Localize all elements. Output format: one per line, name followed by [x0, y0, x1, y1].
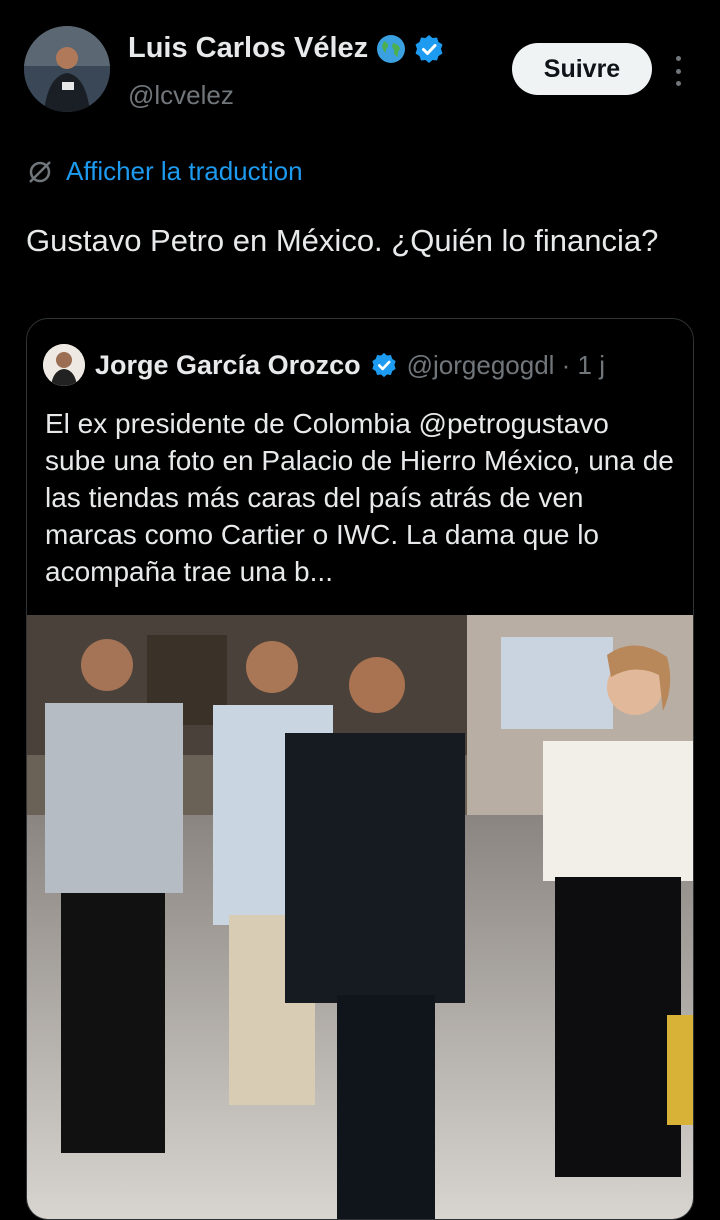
translate-label[interactable]: Afficher la traduction [66, 156, 303, 187]
quoted-photo[interactable] [27, 615, 693, 1219]
tweet-text: Gustavo Petro en México. ¿Quién lo finan… [26, 223, 659, 258]
follow-button[interactable]: Suivre [512, 43, 652, 95]
more-options-icon[interactable] [668, 56, 688, 86]
translate-link[interactable]: Afficher la traduction [26, 156, 303, 187]
author-avatar[interactable] [24, 26, 110, 112]
author-handle[interactable]: @lcvelez [128, 80, 234, 111]
quoted-tweet[interactable]: Jorge García Orozco @jorgegogdl · 1 j El… [26, 318, 694, 1220]
author-name[interactable]: Luis Carlos Vélez [128, 32, 368, 65]
quoted-header: Jorge García Orozco @jorgegogdl · 1 j [43, 343, 605, 387]
globe-icon [377, 34, 406, 63]
verified-badge-icon [415, 34, 443, 63]
verified-badge-icon [371, 352, 396, 378]
quoted-text: El ex presidente de Colombia @petrogusta… [45, 408, 674, 587]
quoted-author-name: Jorge García Orozco [95, 349, 361, 380]
quoted-handle-time: @jorgegogdl · 1 j [406, 349, 605, 380]
quoted-avatar [43, 344, 85, 386]
author-name-row[interactable]: Luis Carlos Vélez [128, 32, 444, 65]
translate-icon [29, 160, 51, 183]
tweet-header: Luis Carlos Vélez @lcvelez Suivre [0, 0, 720, 130]
